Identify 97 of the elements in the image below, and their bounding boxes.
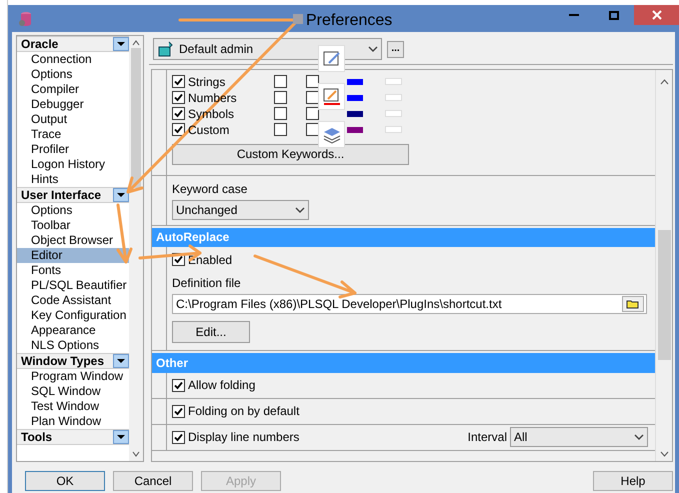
tree-item[interactable]: Appearance (17, 323, 129, 338)
annotation-arrow (115, 202, 133, 265)
field-label: Keyword case (172, 180, 248, 198)
tree-item[interactable]: Output (17, 112, 129, 127)
dialog-button[interactable]: OK (25, 471, 105, 491)
checkbox[interactable] (172, 107, 185, 120)
chevron-down-icon (634, 434, 644, 440)
folder-icon[interactable] (622, 296, 644, 312)
checkbox[interactable] (172, 378, 185, 392)
background-swatch[interactable] (385, 126, 402, 134)
syntax-item-label: Strings (188, 74, 226, 91)
tree-item[interactable]: NLS Options (17, 338, 129, 353)
scrollbar[interactable] (129, 36, 143, 461)
close-icon (652, 10, 662, 20)
tree-item[interactable]: Object Browser (17, 233, 129, 248)
tree-item[interactable]: Test Window (17, 399, 129, 414)
tree-item[interactable]: Code Assistant (17, 293, 129, 308)
checkbox[interactable] (172, 430, 185, 444)
caret-icon (117, 435, 125, 439)
collapse-button[interactable] (113, 188, 129, 202)
tree-item[interactable]: Debugger (17, 97, 129, 112)
tree-item[interactable]: PL/SQL Beautifier (17, 278, 129, 293)
collapse-button[interactable] (113, 430, 129, 444)
checkbox[interactable] (306, 91, 319, 104)
pen-icon[interactable] (318, 45, 345, 72)
syntax-item-label: Custom (188, 122, 230, 139)
tree-item[interactable]: Logon History (17, 157, 129, 172)
window-title: Preferences (306, 11, 392, 31)
tree-item[interactable]: Fonts (17, 263, 129, 278)
caret-icon (117, 359, 125, 363)
tree-item[interactable]: Options (17, 67, 129, 82)
chevron-down-icon[interactable] (660, 451, 668, 457)
checkbox[interactable] (274, 91, 287, 104)
interval-dropdown[interactable]: All (510, 427, 648, 448)
tree-item[interactable]: Profiler (17, 142, 129, 157)
checkbox[interactable] (172, 91, 185, 104)
tree-item[interactable]: Options (17, 203, 129, 218)
background-swatch[interactable] (385, 110, 402, 118)
checkbox[interactable] (172, 404, 185, 418)
collapse-button[interactable] (113, 37, 129, 51)
color-swatch[interactable] (347, 110, 363, 117)
checkbox[interactable] (274, 107, 287, 120)
definition-file-field[interactable]: C:\Program Files (x86)\PLSQL Developer\PlugIns\shortcut.txt (172, 294, 647, 314)
checkbox-label: Enabled (188, 252, 232, 269)
scrollbar-thumb[interactable] (131, 48, 141, 188)
tree-item[interactable]: Connection (17, 52, 129, 67)
chevron-down-icon (368, 46, 378, 52)
chevron-up-icon[interactable] (132, 40, 140, 46)
caret-icon (117, 193, 125, 197)
keyword-case-dropdown[interactable]: Unchanged (172, 200, 309, 220)
chevron-down-icon (295, 206, 305, 213)
checkbox[interactable] (306, 75, 319, 88)
background-swatch[interactable] (385, 94, 402, 102)
square-handle-icon[interactable] (293, 14, 303, 24)
tree-item[interactable]: SQL Window (17, 384, 129, 399)
tree-item[interactable]: Editor (17, 248, 129, 263)
checkbox[interactable] (274, 75, 287, 88)
dialog-button[interactable]: Cancel (113, 471, 193, 491)
highlighter-icon[interactable] (318, 83, 345, 110)
profile-value: Default admin (179, 41, 254, 58)
scrollbar-thumb[interactable] (658, 230, 670, 360)
field-label: Definition file (172, 274, 242, 292)
tree-item[interactable]: Toolbar (17, 218, 129, 233)
color-swatch[interactable] (347, 126, 363, 133)
close-button[interactable] (634, 5, 679, 25)
section-header: AutoReplace (152, 228, 655, 247)
checkbox-label: Allow folding (188, 377, 256, 394)
layers-icon[interactable] (318, 121, 345, 148)
collapse-button[interactable] (113, 354, 129, 368)
tree-item[interactable]: Compiler (17, 82, 129, 97)
dialog-button[interactable]: Help (593, 471, 673, 491)
field-label: Interval (468, 429, 507, 446)
chevron-up-icon[interactable] (660, 78, 668, 85)
edit-button[interactable]: Edit... (172, 320, 250, 343)
checkbox[interactable] (172, 123, 185, 136)
section-header: Other (152, 352, 655, 373)
checkbox[interactable] (306, 107, 319, 120)
checkbox[interactable] (172, 75, 185, 88)
tree-item[interactable]: Hints (17, 172, 129, 187)
chevron-down-icon[interactable] (132, 451, 140, 457)
color-swatch[interactable] (347, 78, 363, 85)
database-icon (17, 10, 33, 26)
background-swatch[interactable] (385, 78, 402, 86)
scrollbar[interactable] (655, 70, 672, 461)
color-swatch[interactable] (347, 94, 363, 101)
caret-icon (117, 42, 125, 46)
profile-dropdown[interactable]: Default admin (153, 38, 382, 60)
more-button[interactable]: ... (387, 40, 404, 58)
tree-item[interactable]: Trace (17, 127, 129, 142)
checkbox[interactable] (306, 123, 319, 136)
custom-keywords-button[interactable]: Custom Keywords... (172, 144, 409, 165)
checkbox-label: Folding on by default (188, 403, 300, 420)
tree-item[interactable]: Plan Window (17, 414, 129, 429)
tree-item[interactable]: Key Configuration (17, 308, 129, 323)
checkbox-label: Display line numbers (188, 429, 300, 446)
tree-item[interactable]: Program Window (17, 369, 129, 384)
checkbox[interactable] (274, 123, 287, 136)
